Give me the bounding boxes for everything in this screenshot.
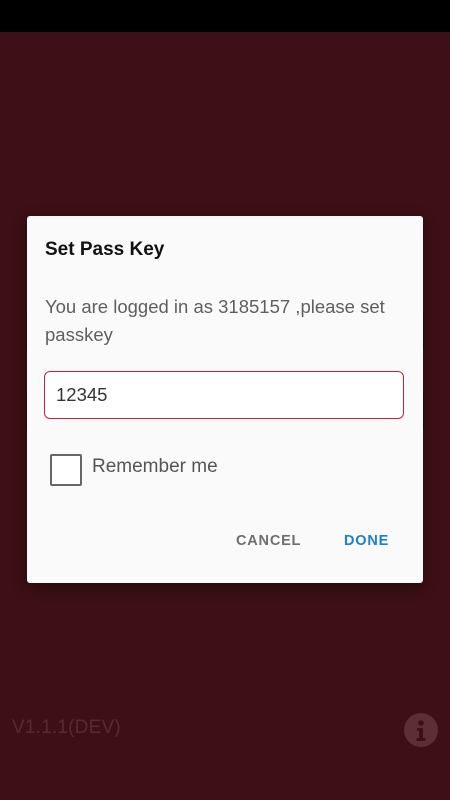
version-label: V1.1.1(DEV) [12,717,121,738]
passkey-input[interactable] [44,371,404,419]
remember-me-checkbox[interactable] [50,454,82,486]
info-icon [416,720,426,741]
dialog-title: Set Pass Key [45,239,165,260]
info-button[interactable] [404,713,438,747]
dialog-message: You are logged in as 3185157 ,please set… [45,296,385,345]
remember-me-option[interactable]: Remember me [50,452,218,488]
remember-me-label: Remember me [92,456,218,477]
done-button[interactable]: DONE [344,528,389,554]
status-bar [0,0,450,32]
cancel-button[interactable]: CANCEL [236,528,301,554]
set-pass-key-dialog: Set Pass Key You are logged in as 318515… [27,216,423,583]
